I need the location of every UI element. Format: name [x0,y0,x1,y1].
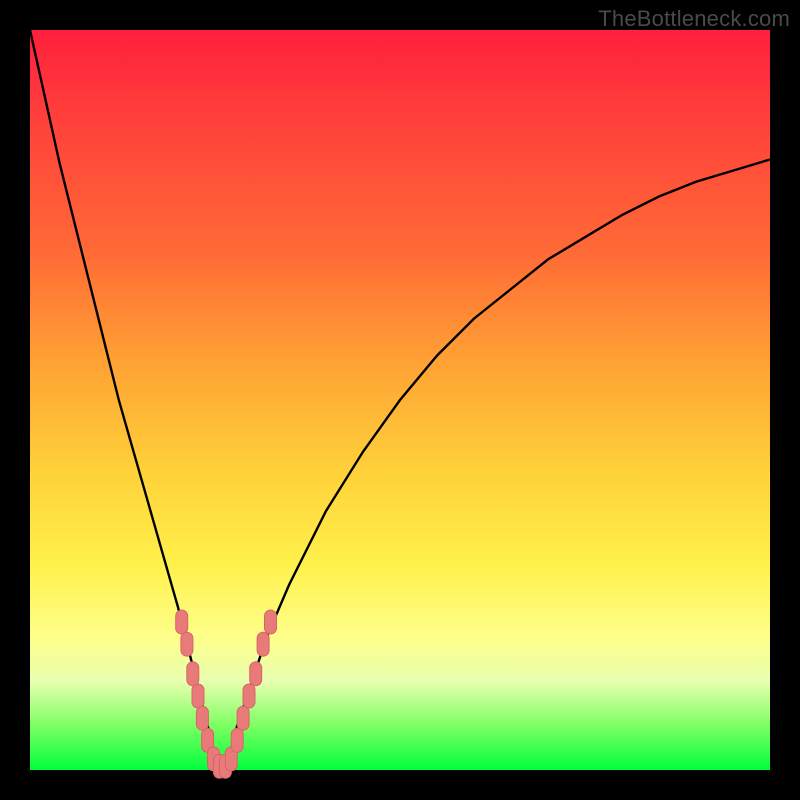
marker-dot [250,662,262,686]
plot-area [30,30,770,770]
marker-dot [237,706,249,730]
marker-dot [257,632,269,656]
highlighted-markers [176,610,277,778]
marker-dot [231,728,243,752]
marker-dot [192,684,204,708]
marker-dot [187,662,199,686]
marker-dot [265,610,277,634]
marker-dot [176,610,188,634]
marker-dot [181,632,193,656]
marker-dot [196,706,208,730]
curve-svg [30,30,770,770]
marker-dot [243,684,255,708]
watermark-text: TheBottleneck.com [598,6,790,32]
chart-frame: TheBottleneck.com [0,0,800,800]
bottleneck-curve [30,30,770,770]
